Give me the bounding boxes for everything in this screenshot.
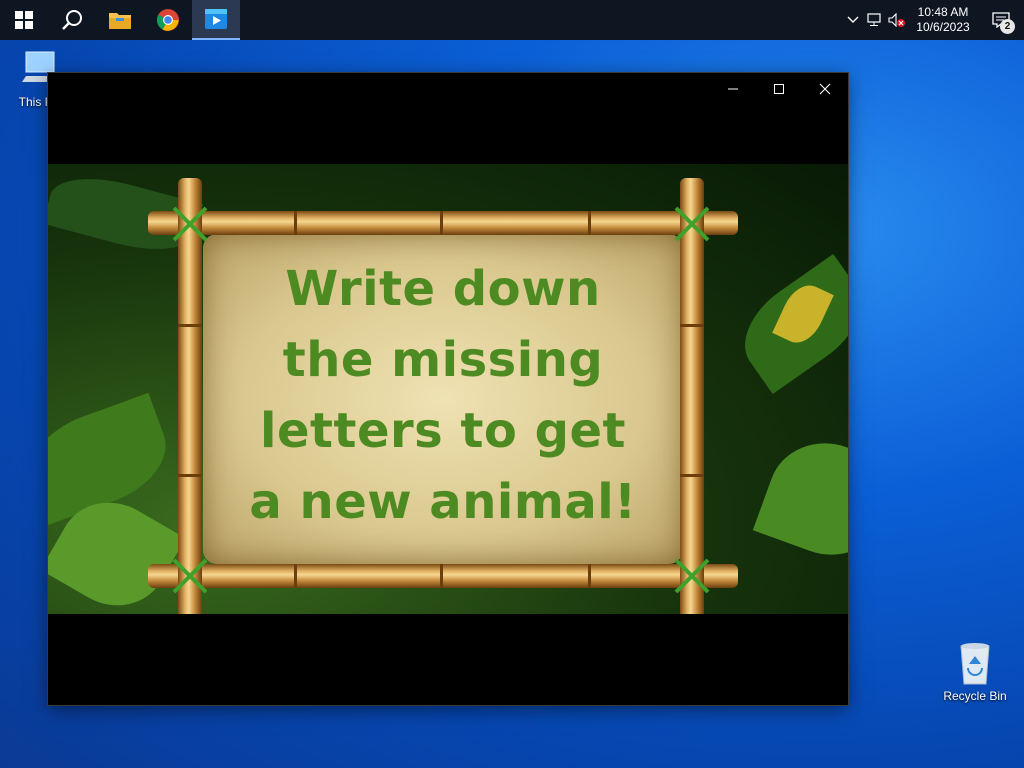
action-center-button[interactable]: 2 [978,0,1024,40]
bamboo-node [680,324,704,327]
game-scene[interactable]: Write down the missing letters to get a … [48,164,848,614]
bamboo-frame-bottom [148,564,738,588]
instruction-line: a new animal! [249,474,637,530]
close-button[interactable] [802,73,848,105]
search-icon [62,10,82,30]
bamboo-node [588,564,591,588]
bamboo-node [178,324,202,327]
chevron-up-icon [847,16,859,23]
instruction-line: Write down [285,261,601,317]
instruction-text: Write down the missing letters to get a … [203,254,683,538]
bamboo-node [440,564,443,588]
bamboo-node [294,211,297,235]
rope-tie-top-right [674,206,710,242]
windows-logo-icon [15,11,33,29]
clock-time: 10:48 AM [917,5,969,19]
taskbar: 10:48 AM 10/6/2023 2 [0,0,1024,40]
volume-button[interactable] [886,0,908,40]
chrome-button[interactable] [144,0,192,40]
bamboo-node [178,474,202,477]
minimize-button[interactable] [710,73,756,105]
network-icon [867,13,881,26]
show-hidden-icons-button[interactable] [842,0,864,40]
rope-tie-top-left [172,206,208,242]
folder-icon [109,13,131,29]
bamboo-node [588,211,591,235]
close-icon [819,83,831,95]
notification-count-badge: 2 [1000,19,1015,34]
window-controls [710,73,848,105]
media-app-icon [205,9,227,29]
rope-tie-bottom-right [674,558,710,594]
volume-muted-icon [888,13,905,27]
chrome-icon [157,9,179,31]
media-app-button[interactable] [192,0,240,40]
bamboo-node [440,211,443,235]
app-window: Write down the missing letters to get a … [48,73,848,705]
system-tray: 10:48 AM 10/6/2023 2 [842,0,1024,40]
maximize-icon [774,84,784,94]
rope-tie-bottom-left [172,558,208,594]
desktop-icon-label: Recycle Bin [943,689,1007,703]
bamboo-node [680,474,704,477]
minimize-icon [728,88,738,90]
bamboo-frame-top [148,211,738,235]
instruction-line: letters to get [260,403,626,459]
network-button[interactable] [864,0,886,40]
jungle-leaf [752,426,848,572]
clock[interactable]: 10:48 AM 10/6/2023 [908,5,978,35]
recycle-bin-icon [960,643,990,685]
search-button[interactable] [48,0,96,40]
start-button[interactable] [0,0,48,40]
clock-date: 10/6/2023 [916,20,970,34]
desktop-icon-recycle-bin[interactable]: Recycle Bin [940,640,1010,703]
bamboo-node [294,564,297,588]
file-explorer-button[interactable] [96,0,144,40]
maximize-button[interactable] [756,73,802,105]
instruction-line: the missing [282,332,604,388]
